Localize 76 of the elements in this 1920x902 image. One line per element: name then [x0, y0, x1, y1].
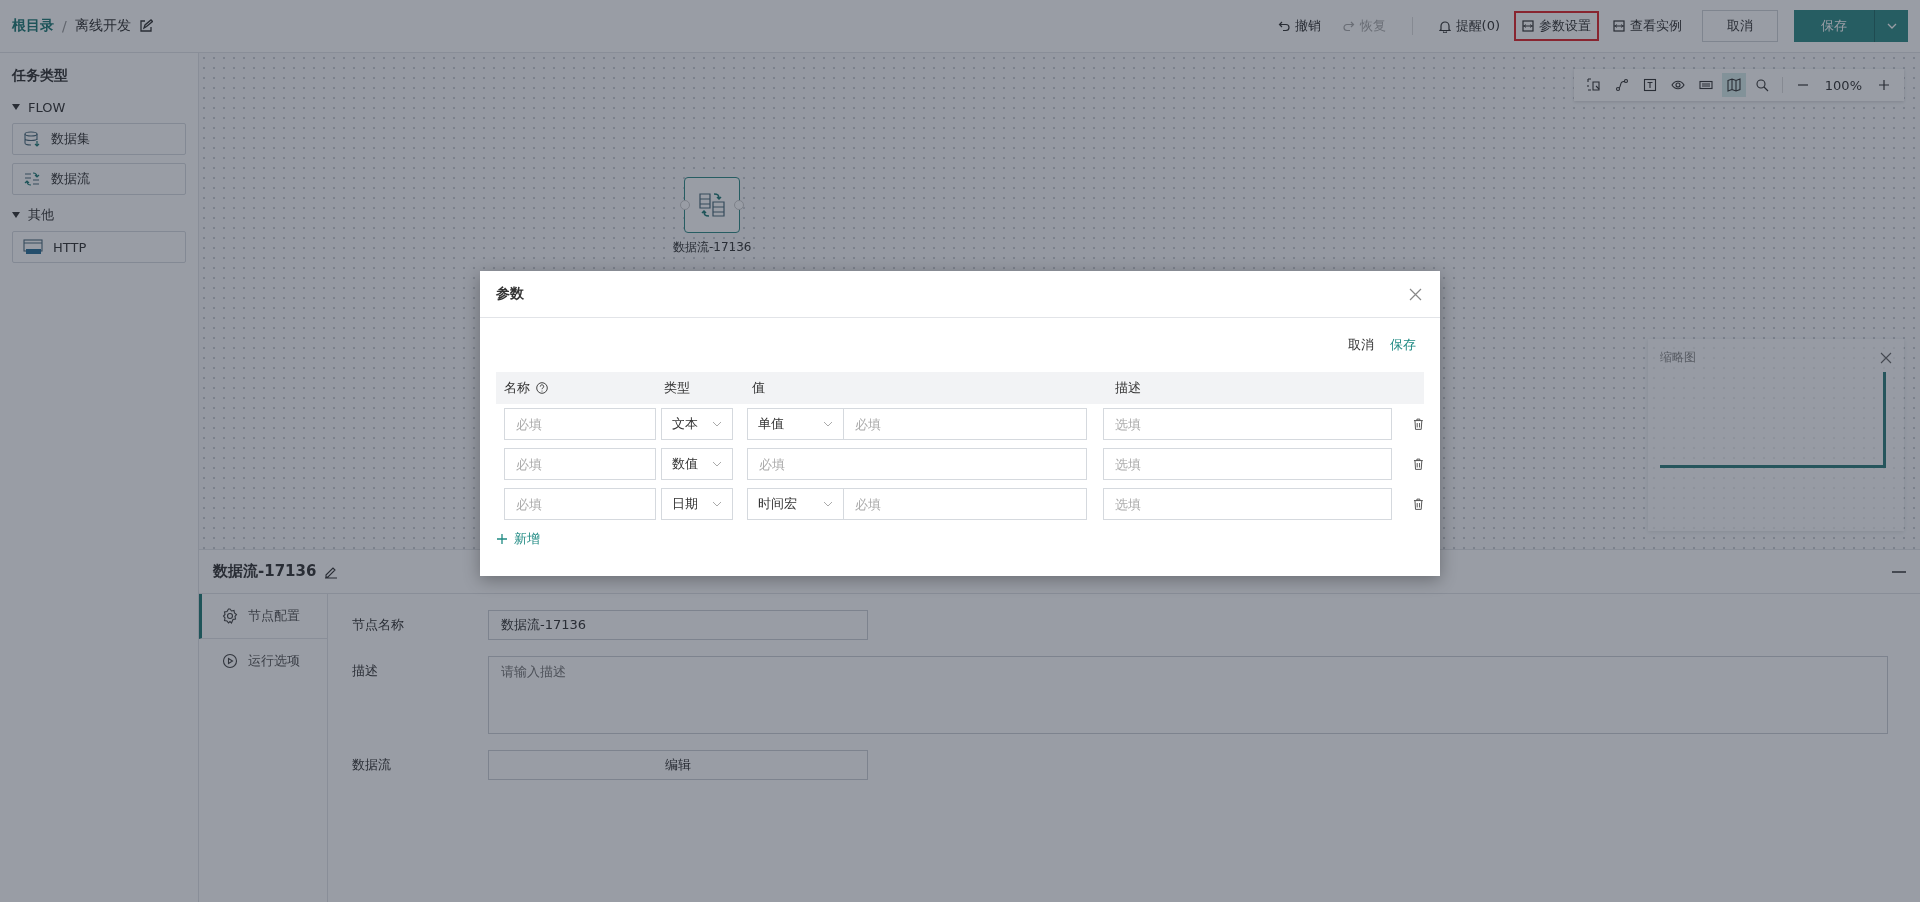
- name-field[interactable]: 必填: [504, 408, 656, 440]
- panel-tab[interactable]: 节点配置: [199, 594, 327, 639]
- column-header: 描述: [1115, 379, 1141, 397]
- field-label: 节点名称: [352, 616, 405, 634]
- close-icon[interactable]: [1409, 287, 1422, 301]
- column-header: 值: [752, 379, 765, 397]
- name-field[interactable]: 必填: [504, 488, 656, 520]
- task-type-item[interactable]: HTTP: [12, 231, 186, 263]
- toolbar-button[interactable]: 提醒(0): [1430, 11, 1508, 41]
- save-link[interactable]: 保存: [1390, 336, 1416, 354]
- database-icon: [23, 130, 41, 148]
- breadcrumb-current: 离线开发: [74, 17, 131, 35]
- task-type-item[interactable]: 数据流: [12, 163, 186, 195]
- cancel-button[interactable]: 取消: [1702, 10, 1778, 42]
- panel-title: 数据流-17136: [213, 562, 317, 581]
- description-field[interactable]: 请输入描述: [488, 656, 1888, 734]
- column-header: 名称: [504, 379, 530, 397]
- minimap-viewport[interactable]: [1660, 372, 1886, 468]
- type-select[interactable]: 文本: [660, 408, 733, 440]
- chevron-down-icon: [822, 421, 833, 427]
- description-field[interactable]: 选填: [1102, 448, 1392, 480]
- delete-icon[interactable]: [1413, 418, 1424, 430]
- zoom-level: 100%: [1823, 77, 1863, 93]
- dataflow-icon: [697, 190, 728, 220]
- close-icon[interactable]: [1880, 351, 1892, 364]
- gear-icon: [222, 608, 238, 624]
- task-type-item[interactable]: 数据集: [12, 123, 186, 155]
- column-header: 类型: [664, 379, 690, 397]
- chevron-down-icon: [822, 501, 833, 507]
- redo-icon: [1342, 20, 1355, 32]
- undo-icon: [1277, 20, 1290, 32]
- plus-icon: [496, 533, 508, 545]
- type-select[interactable]: 数值: [660, 448, 733, 480]
- play-circle-icon: [222, 653, 238, 669]
- split-box-icon: [1613, 20, 1625, 32]
- delete-icon[interactable]: [1413, 498, 1424, 510]
- node-name-field[interactable]: 数据流-17136: [488, 610, 868, 640]
- help-icon[interactable]: [536, 382, 548, 394]
- cancel-link[interactable]: 取消: [1348, 336, 1374, 354]
- minimize-icon[interactable]: [1892, 570, 1906, 573]
- field-label: 数据流: [352, 756, 392, 774]
- dialog-title: 参数: [496, 285, 524, 303]
- chevron-down-icon: [711, 461, 722, 467]
- edit-button[interactable]: 编辑: [488, 750, 868, 780]
- toolbar-button[interactable]: 撤销: [1269, 11, 1329, 41]
- add-parameter-button[interactable]: 新增: [496, 530, 540, 548]
- browser-window-icon: [23, 239, 43, 255]
- name-field[interactable]: 必填: [504, 448, 656, 480]
- toolbar-button[interactable]: 查看实例: [1605, 11, 1690, 41]
- chevron-down-icon: [711, 421, 722, 427]
- map-tool-icon[interactable]: [1721, 73, 1746, 97]
- description-field[interactable]: 选填: [1102, 408, 1392, 440]
- value-mode-select[interactable]: 单值: [746, 408, 843, 440]
- panel-tab[interactable]: 运行选项: [199, 639, 327, 683]
- breadcrumb-link[interactable]: 根目录: [12, 17, 54, 35]
- edit-icon[interactable]: [138, 19, 153, 33]
- field-label: 描述: [352, 662, 379, 680]
- chevron-down-icon: [711, 501, 722, 507]
- split-box-icon: [1522, 20, 1534, 32]
- type-select[interactable]: 日期: [660, 488, 733, 520]
- value-mode-select[interactable]: 时间宏: [746, 488, 843, 520]
- node-label: 数据流-17136: [673, 239, 752, 256]
- delete-icon[interactable]: [1413, 458, 1424, 470]
- chevron-down-icon: [1885, 22, 1898, 30]
- toolbar-button[interactable]: 参数设置: [1514, 11, 1599, 41]
- value-field[interactable]: 必填: [842, 488, 1087, 520]
- table-transfer-icon: [23, 170, 41, 188]
- value-field[interactable]: 必填: [746, 448, 1087, 480]
- description-field[interactable]: 选填: [1102, 488, 1392, 520]
- group-header[interactable]: 其他: [12, 203, 186, 227]
- bell-icon: [1438, 19, 1451, 33]
- breadcrumb-separator: /: [62, 18, 67, 34]
- sidebar-title: 任务类型: [12, 67, 69, 85]
- value-field[interactable]: 必填: [842, 408, 1087, 440]
- group-header[interactable]: FLOW: [12, 95, 186, 119]
- minimap-title: 缩略图: [1660, 349, 1696, 366]
